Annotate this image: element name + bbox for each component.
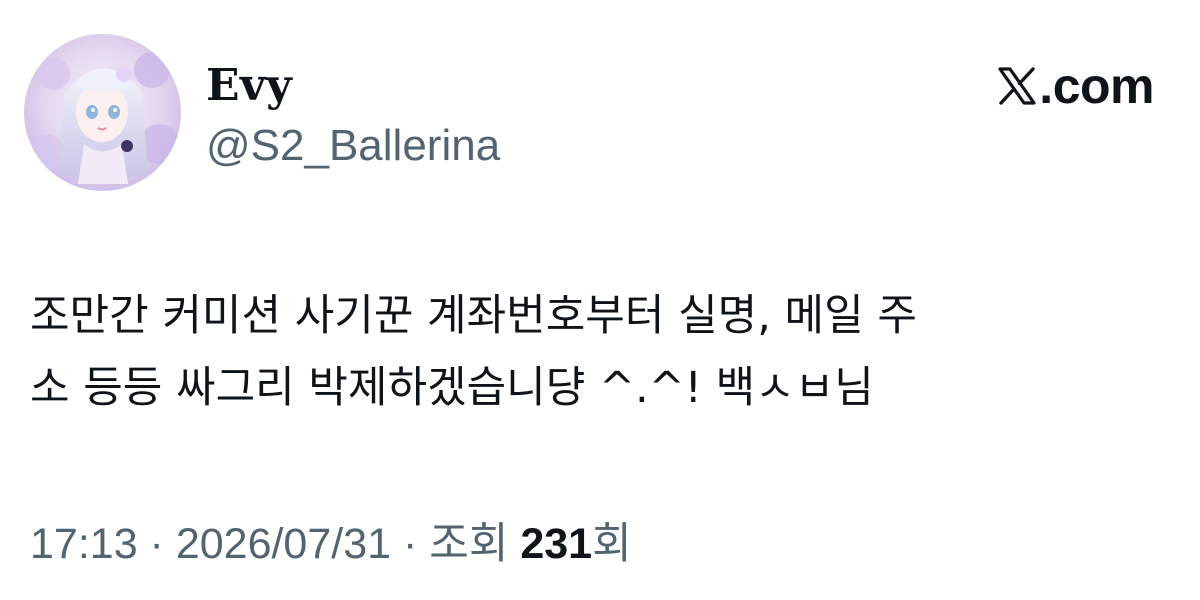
tweet-meta: 17:13 · 2026/07/31 · 조회 231회 [30, 516, 632, 572]
user-handle[interactable]: @S2_Ballerina [206, 118, 500, 174]
meta-separator: · [137, 520, 176, 568]
tweet-text: 조만간 커미션 사기꾼 계좌번호부터 실명, 메일 주 소 등등 싸그리 박제하… [30, 280, 1160, 424]
tweet-card: Evy @S2_Ballerina .com 조만간 커미션 사기꾼 계좌번호부… [0, 0, 1200, 600]
tweet-time[interactable]: 17:13 [30, 520, 138, 568]
x-logo-icon [998, 67, 1036, 105]
views-label: 조회 [429, 520, 521, 568]
anime-girl-avatar-image [24, 34, 181, 191]
tweet-text-line: 조만간 커미션 사기꾼 계좌번호부터 실명, 메일 주 [30, 291, 917, 341]
brand-text: .com [1039, 58, 1154, 114]
views-suffix: 회 [592, 520, 632, 568]
meta-separator: · [391, 520, 430, 568]
views-count[interactable]: 231 [520, 520, 592, 568]
display-name[interactable]: Evy [206, 58, 292, 114]
brand-watermark: .com [997, 56, 1154, 116]
tweet-date[interactable]: 2026/07/31 [176, 520, 391, 568]
avatar[interactable] [24, 34, 181, 191]
tweet-text-line: 소 등등 싸그리 박제하겠습니댱 ^.^! 백ㅅㅂ님 [30, 363, 874, 413]
